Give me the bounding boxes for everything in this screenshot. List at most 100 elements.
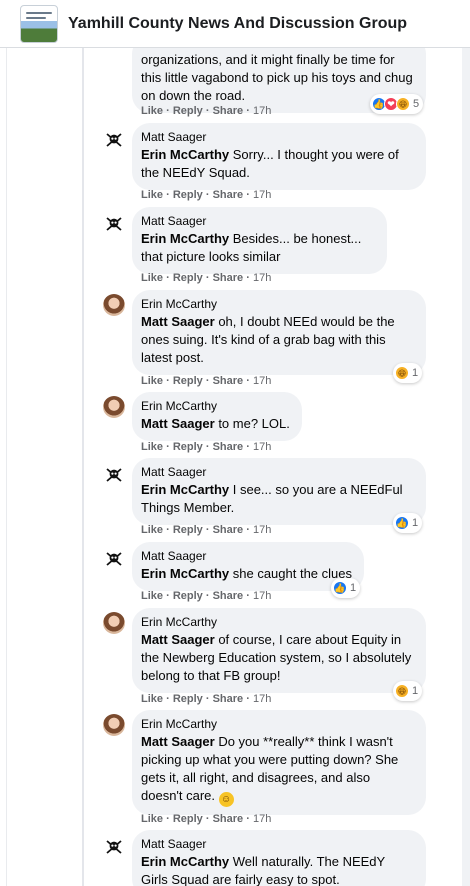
action-separator: · [205, 590, 213, 602]
comment-author[interactable]: Erin McCarthy [141, 615, 414, 630]
share-link[interactable]: Share [213, 813, 244, 825]
comment-timestamp[interactable]: 17h [253, 272, 271, 284]
mention-tag[interactable]: Erin McCarthy [141, 566, 229, 581]
group-title[interactable]: Yamhill County News And Discussion Group [68, 15, 407, 33]
action-separator: · [166, 813, 173, 825]
avatar[interactable] [103, 548, 125, 570]
reaction-count: 1 [412, 517, 419, 529]
comment-timestamp[interactable]: 17h [253, 590, 271, 602]
comment-timestamp[interactable]: 17h [253, 813, 271, 825]
comment-bubble: Erin McCarthy Matt Saager oh, I doubt NE… [132, 290, 426, 375]
reaction-summary[interactable]: 😆 1 [393, 681, 423, 701]
comment-text: Erin McCarthy Sorry... I thought you wer… [141, 146, 414, 182]
comment-bubble: Matt Saager Erin McCarthy I see... so yo… [132, 458, 426, 525]
comment-actions: Like · Reply · Share · 17h [141, 812, 271, 826]
action-separator: · [205, 524, 213, 536]
avatar[interactable] [103, 612, 125, 634]
comment-author[interactable]: Matt Saager [141, 837, 414, 852]
avatar[interactable] [103, 836, 125, 858]
thread-connector-line [82, 48, 84, 886]
group-header: Yamhill County News And Discussion Group [0, 0, 470, 48]
like-link[interactable]: Like [141, 441, 163, 453]
reply-link[interactable]: Reply [173, 590, 203, 602]
comment-actions: Like · Reply · Share · 17h [141, 188, 271, 202]
mention-tag[interactable]: Erin McCarthy [141, 482, 229, 497]
reaction-summary[interactable]: 👍 ❤ 😆 5 [370, 94, 424, 114]
comment-author[interactable]: Erin McCarthy [141, 399, 290, 414]
share-link[interactable]: Share [213, 590, 244, 602]
comment-author[interactable]: Erin McCarthy [141, 717, 414, 732]
share-link[interactable]: Share [213, 375, 244, 387]
reply-link[interactable]: Reply [173, 375, 203, 387]
mention-tag[interactable]: Erin McCarthy [141, 231, 229, 246]
mention-tag[interactable]: Matt Saager [141, 314, 215, 329]
avatar[interactable] [103, 396, 125, 418]
comment-body: she caught the clues [229, 566, 352, 581]
reaction-summary[interactable]: 👍 1 [393, 513, 423, 533]
like-link[interactable]: Like [141, 693, 163, 705]
reply-link[interactable]: Reply [173, 272, 203, 284]
comment-timestamp[interactable]: 17h [253, 441, 271, 453]
like-link[interactable]: Like [141, 590, 163, 602]
skull-crossbones-icon [106, 468, 122, 482]
like-link[interactable]: Like [141, 189, 163, 201]
like-link[interactable]: Like [141, 813, 163, 825]
action-separator: · [246, 441, 253, 453]
share-link[interactable]: Share [213, 693, 244, 705]
mention-tag[interactable]: Erin McCarthy [141, 147, 229, 162]
comment-timestamp[interactable]: 17h [253, 693, 271, 705]
comment-author[interactable]: Matt Saager [141, 549, 352, 564]
comment-actions: Like · Reply · Share · 17h [141, 589, 271, 603]
mention-tag[interactable]: Matt Saager [141, 416, 215, 431]
action-separator: · [246, 105, 253, 117]
mention-tag[interactable]: Erin McCarthy [141, 854, 229, 869]
comment-author[interactable]: Matt Saager [141, 214, 375, 229]
comment-author[interactable]: Erin McCarthy [141, 297, 414, 312]
comment-actions: Like · Reply · Share · 17h [141, 271, 271, 285]
comment-text: Erin McCarthy Besides... be honest... th… [141, 230, 375, 266]
avatar[interactable] [103, 714, 125, 736]
like-link[interactable]: Like [141, 272, 163, 284]
like-link[interactable]: Like [141, 105, 163, 117]
share-link[interactable]: Share [213, 524, 244, 536]
avatar[interactable] [103, 129, 125, 151]
share-link[interactable]: Share [213, 189, 244, 201]
action-separator: · [205, 375, 213, 387]
reply-link[interactable]: Reply [173, 441, 203, 453]
like-link[interactable]: Like [141, 524, 163, 536]
scrollbar-track[interactable] [462, 48, 470, 886]
reaction-count: 5 [413, 98, 420, 110]
comment-bubble: Matt Saager Erin McCarthy Well naturally… [132, 830, 426, 886]
comment-timestamp[interactable]: 17h [253, 105, 271, 117]
avatar[interactable] [103, 464, 125, 486]
share-link[interactable]: Share [213, 441, 244, 453]
comment-timestamp[interactable]: 17h [253, 189, 271, 201]
comment-text: Matt Saager oh, I doubt NEEd would be th… [141, 313, 414, 367]
action-separator: · [205, 441, 213, 453]
group-cover-thumbnail[interactable] [20, 4, 58, 43]
reply-link[interactable]: Reply [173, 693, 203, 705]
reply-link[interactable]: Reply [173, 105, 203, 117]
reaction-count: 1 [412, 367, 419, 379]
avatar[interactable] [103, 294, 125, 316]
reply-link[interactable]: Reply [173, 813, 203, 825]
comment-author[interactable]: Matt Saager [141, 465, 414, 480]
avatar[interactable] [103, 213, 125, 235]
action-separator: · [166, 375, 173, 387]
reply-link[interactable]: Reply [173, 189, 203, 201]
reaction-summary[interactable]: 😆 1 [393, 363, 423, 383]
like-link[interactable]: Like [141, 375, 163, 387]
action-separator: · [246, 189, 253, 201]
reply-link[interactable]: Reply [173, 524, 203, 536]
comment-bubble: Matt Saager Erin McCarthy she caught the… [132, 542, 364, 591]
comment-author[interactable]: Matt Saager [141, 130, 414, 145]
mention-tag[interactable]: Matt Saager [141, 632, 215, 647]
comment-timestamp[interactable]: 17h [253, 375, 271, 387]
share-link[interactable]: Share [213, 105, 244, 117]
mention-tag[interactable]: Matt Saager [141, 734, 215, 749]
comment-thread: organizations, and it might finally be t… [0, 48, 470, 886]
comment-timestamp[interactable]: 17h [253, 524, 271, 536]
reaction-summary[interactable]: 👍 1 [331, 578, 361, 598]
action-separator: · [246, 813, 253, 825]
share-link[interactable]: Share [213, 272, 244, 284]
